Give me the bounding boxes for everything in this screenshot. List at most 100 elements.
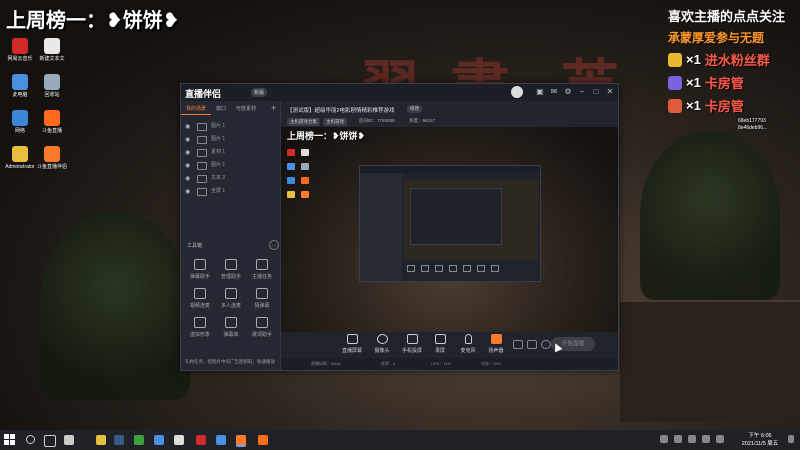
desktop-icon-text-file[interactable]: 新建文本文 xyxy=(36,38,68,62)
desktop-icon-douyu[interactable]: 斗鱼直播 xyxy=(36,110,68,134)
scene-item[interactable]: ◉ 图片 1 xyxy=(181,159,280,171)
tool-video-link[interactable]: 视频连麦 xyxy=(185,288,215,309)
scene-item[interactable]: ◉ 图片 1 xyxy=(181,120,280,132)
desktop-icon-network[interactable]: 网络 xyxy=(4,110,36,134)
gift-count: ×1 xyxy=(686,98,701,113)
maximize-icon[interactable]: □ xyxy=(591,87,601,97)
mail-icon[interactable]: ✉ xyxy=(549,87,559,97)
close-icon[interactable]: ✕ xyxy=(605,87,615,97)
douyu-companion-icon xyxy=(44,146,60,162)
room-info-bar: 【测试版】超级华丽2电影剧情精彩推荐游戏 修改 主机游戏合集 主机游戏 房间ID… xyxy=(281,101,618,127)
record-icon xyxy=(434,334,446,344)
screen-capture-button[interactable]: 直播屏幕 xyxy=(337,334,367,354)
camera-button[interactable]: 摄像头 xyxy=(367,334,397,354)
tool-guess-danmu[interactable]: 猜弹幕 xyxy=(247,288,277,309)
desktop-icon-administrator[interactable]: Administrator xyxy=(4,146,36,170)
eye-icon[interactable]: ◉ xyxy=(185,123,190,130)
lyrics-icon xyxy=(256,317,268,328)
desktop-icon-label: 网易云音乐 xyxy=(7,56,33,62)
eye-icon[interactable]: ◉ xyxy=(185,175,190,182)
record-button[interactable]: 录屏 xyxy=(425,334,455,354)
scene-item[interactable]: ◉ 图片 1 xyxy=(181,133,280,145)
desktop-icon-recycle-bin[interactable]: 回收站 xyxy=(36,74,68,98)
tool-virtual-avatar[interactable]: 虚拟形象 xyxy=(185,317,215,338)
microphone-button[interactable]: 麦克风 xyxy=(453,334,483,354)
tab-my-scenes[interactable]: 我的场景 xyxy=(181,101,212,115)
tab-materials[interactable]: 可放素材 xyxy=(231,101,261,115)
category-tag[interactable]: 主机游戏合集 xyxy=(287,118,320,126)
settings-icon[interactable]: ⚙ xyxy=(563,87,573,97)
ranking-title: 上周榜一：❥饼饼❥ xyxy=(6,10,180,32)
notification-icon[interactable] xyxy=(788,435,794,443)
tool-lyrics-assistant[interactable]: 歌词助手 xyxy=(247,317,277,338)
edit-title-button[interactable]: 修改 xyxy=(407,105,422,113)
avatar[interactable] xyxy=(511,86,523,98)
volume-icon[interactable] xyxy=(702,435,710,443)
tool-label: 管理助手 xyxy=(220,274,241,280)
desktop-icon-this-pc[interactable]: 此电脑 xyxy=(4,74,36,98)
eye-icon[interactable]: ◉ xyxy=(185,149,190,156)
tool-multi-link[interactable]: 多人连麦 xyxy=(216,288,246,309)
version-badge[interactable]: 新版 xyxy=(251,88,268,97)
add-scene-button[interactable]: + xyxy=(271,103,276,113)
task-view-icon[interactable] xyxy=(44,435,56,447)
phone-cast-button[interactable]: 手机投屏 xyxy=(397,334,427,354)
edge-icon[interactable] xyxy=(64,435,74,445)
netease-music-icon[interactable] xyxy=(196,435,206,445)
tool-manage-assistant[interactable]: 管理助手 xyxy=(216,259,246,280)
app-icon[interactable] xyxy=(216,435,226,445)
tool-label: 视频连麦 xyxy=(189,303,210,309)
tool-danmu-assistant[interactable]: 弹幕助手 xyxy=(185,259,215,280)
settings-gear-icon[interactable] xyxy=(541,340,551,349)
gift-box-icon[interactable]: ▣ xyxy=(535,87,545,97)
video-icon[interactable] xyxy=(513,340,523,349)
tab-window[interactable]: 窗口 xyxy=(211,101,231,115)
search-icon[interactable] xyxy=(26,435,35,444)
eye-icon[interactable]: ◉ xyxy=(185,136,190,143)
video-link-icon xyxy=(194,288,206,299)
link-icon[interactable] xyxy=(527,340,537,349)
wechat-icon[interactable] xyxy=(134,435,144,445)
tool-danmu-library[interactable]: 弹幕库 xyxy=(216,317,246,338)
control-label: 直播屏幕 xyxy=(341,348,362,354)
speaker-icon xyxy=(490,334,502,344)
app-logo: 直播伴侣 xyxy=(185,89,222,99)
gift-name: 卡房管 xyxy=(704,76,744,91)
live-companion-window: 直播伴侣 新版 ▣ ✉ ⚙ – □ ✕ 我的场景 窗口 可放素材 + ◉ 图片 … xyxy=(180,83,619,371)
tray-icon[interactable] xyxy=(660,435,668,443)
scene-item[interactable]: ◉ 素材 1 xyxy=(181,146,280,158)
desktop-icon-netease-music[interactable]: 网易云音乐 xyxy=(4,38,36,62)
control-bar: 直播屏幕 摄像头 手机投屏 录屏 麦克风 扬声器 开始直播 xyxy=(281,332,618,358)
steam-icon[interactable] xyxy=(114,435,124,445)
speaker-button[interactable]: 扬声器 xyxy=(481,334,511,354)
more-tools-button[interactable]: … xyxy=(269,240,279,250)
douyu-taskbar-icon[interactable] xyxy=(258,435,268,445)
gift-icon xyxy=(668,75,682,90)
qq-icon[interactable] xyxy=(154,435,164,445)
scene-item[interactable]: ◉ 文本 2 xyxy=(181,172,280,184)
bitrate-status: 直播码率：0kb/s xyxy=(311,361,341,366)
category-tag[interactable]: 主机游戏 xyxy=(323,118,347,126)
eye-icon[interactable]: ◉ xyxy=(185,162,190,169)
tool-host-task[interactable]: 主播任务 xyxy=(247,259,277,280)
chrome-icon[interactable] xyxy=(174,435,184,445)
start-button[interactable] xyxy=(4,434,16,446)
taskbar-clock[interactable]: 下午 6:06 2021/11/5 周五 xyxy=(740,432,780,448)
image-icon xyxy=(197,149,207,157)
toolbox-label: 工具箱 xyxy=(187,243,203,249)
tray-icon[interactable] xyxy=(674,435,682,443)
live-preview[interactable]: 上周榜一：❥饼饼❥ xyxy=(281,127,618,332)
window-titlebar: 直播伴侣 新版 ▣ ✉ ⚙ – □ ✕ xyxy=(181,84,618,101)
preview-desktop-icon xyxy=(287,191,295,198)
explorer-icon[interactable] xyxy=(96,435,106,445)
live-companion-taskbar-icon[interactable] xyxy=(236,435,246,447)
follow-panel: 喜欢主播的点点关注 承蒙厚爱参与无题 ×1 进水粉丝群 ×1 卡房管 ×1 卡房… xyxy=(668,6,798,115)
eye-icon[interactable]: ◉ xyxy=(185,188,190,195)
scene-item[interactable]: ◉ 全屏 1 xyxy=(181,185,280,197)
desktop-icon-douyu-companion[interactable]: 斗鱼直播伴侣 xyxy=(36,146,68,170)
input-method-icon[interactable] xyxy=(716,435,724,443)
network-tray-icon[interactable] xyxy=(688,435,696,443)
task-icon xyxy=(256,259,268,270)
manage-icon xyxy=(225,259,237,270)
minimize-icon[interactable]: – xyxy=(577,87,587,97)
